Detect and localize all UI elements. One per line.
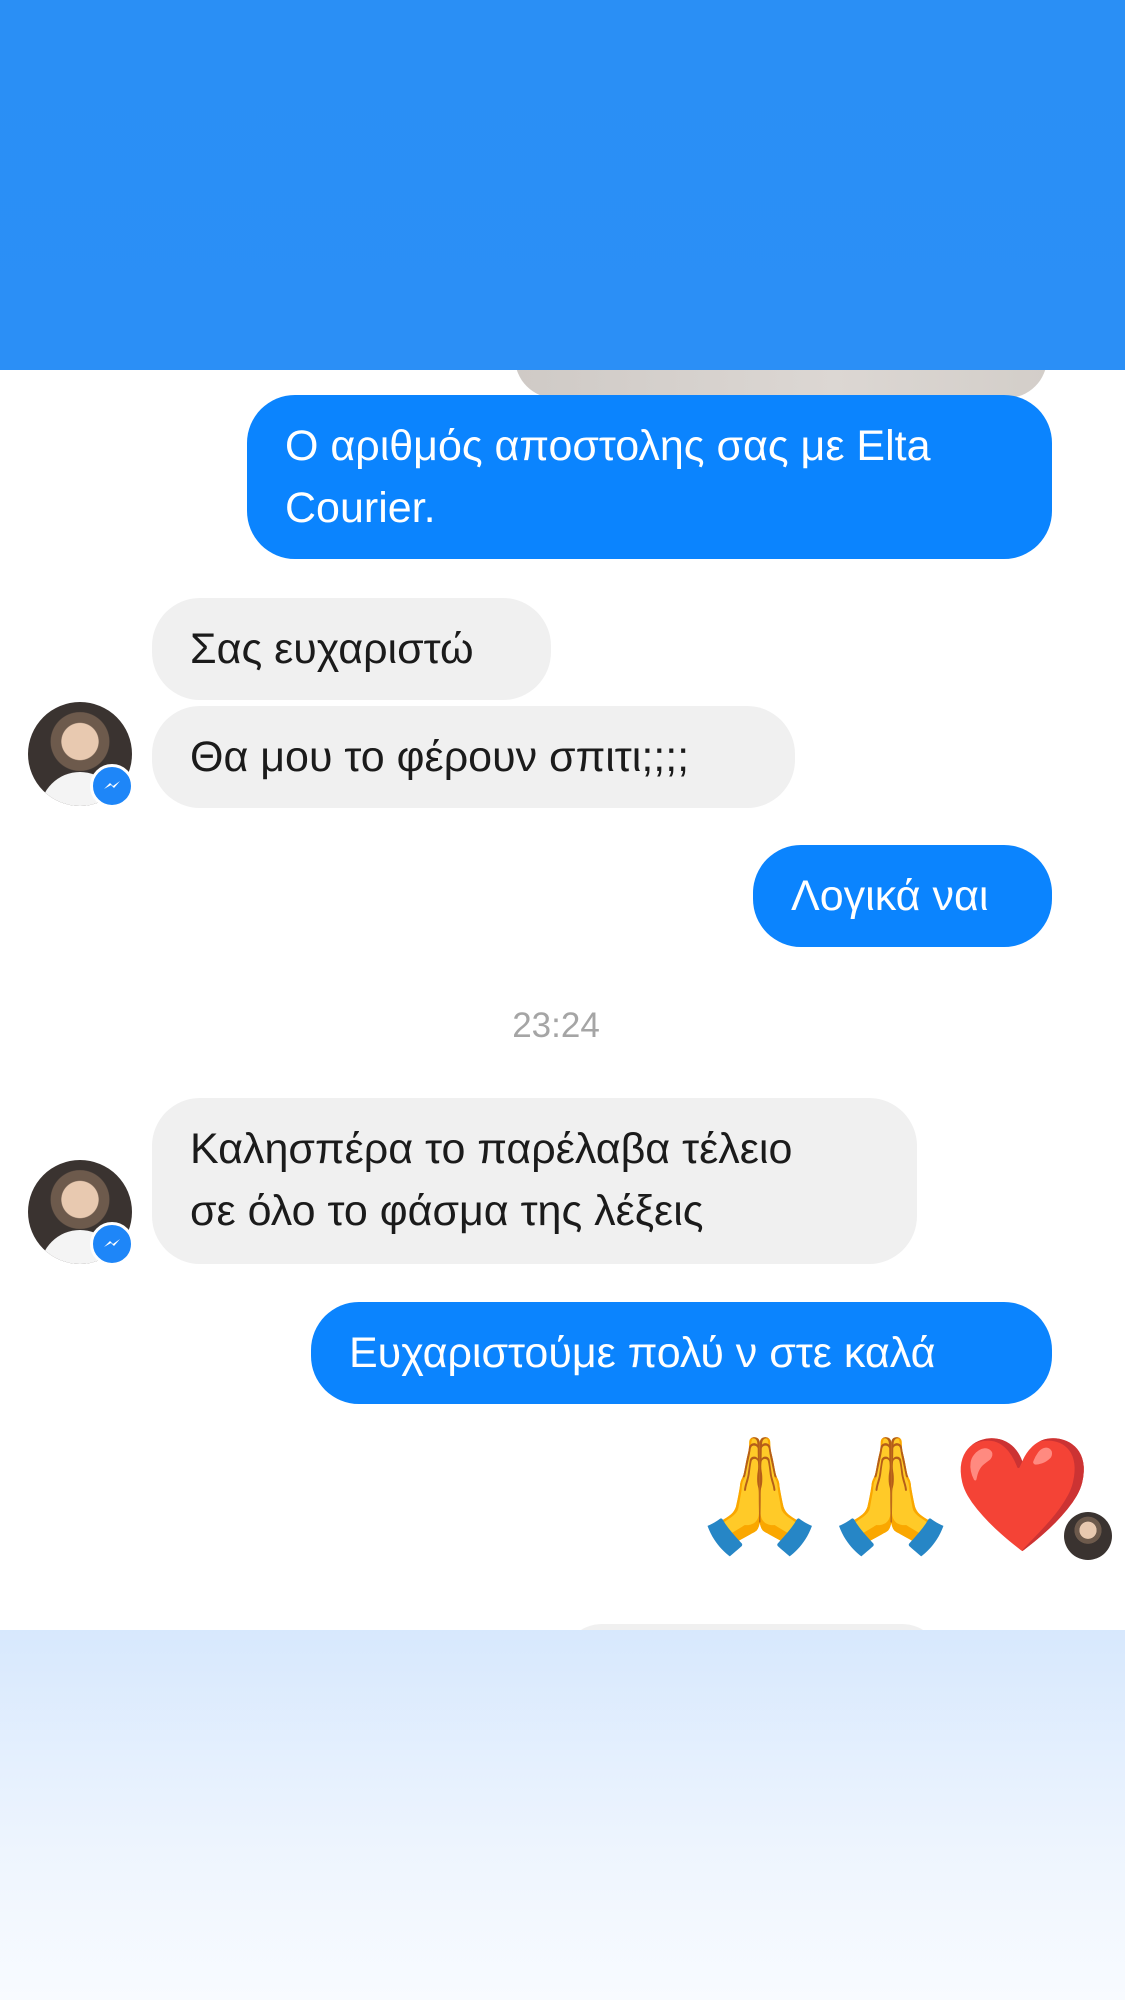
message-line: σε όλο το φάσμα της λέξεις bbox=[190, 1187, 704, 1235]
messenger-icon bbox=[90, 1222, 134, 1266]
outgoing-message-bubble[interactable]: Ο αριθμός αποστολης σας με Elta Courier. bbox=[247, 395, 1052, 559]
attached-image-partial[interactable] bbox=[515, 370, 1047, 398]
incoming-message-bubble[interactable]: Σας ευχαριστώ bbox=[152, 598, 551, 700]
message-line: Courier. bbox=[285, 484, 436, 532]
messenger-bolt-icon bbox=[104, 1239, 120, 1247]
message-text: Θα μου το φέρουν σπιτι;;;; bbox=[190, 733, 690, 781]
message-line: Καλησπέρα το παρέλαβα τέλειο bbox=[190, 1125, 793, 1173]
message-text: Σας ευχαριστώ bbox=[190, 625, 474, 673]
incoming-message-bubble[interactable]: Θα μου το φέρουν σπιτι;;;; bbox=[152, 706, 795, 808]
sender-avatar[interactable] bbox=[28, 702, 134, 808]
bottom-gradient-overlay bbox=[0, 1630, 1125, 2000]
sender-avatar[interactable] bbox=[28, 1160, 134, 1266]
read-receipt-avatar-icon bbox=[1064, 1512, 1112, 1560]
chat-thread[interactable]: Ο αριθμός αποστολης σας με Elta Courier.… bbox=[0, 370, 1125, 1630]
outgoing-message-bubble[interactable]: Ευχαριστούμε πολύ ν στε καλά bbox=[311, 1302, 1052, 1404]
message-timestamp: 23:24 bbox=[512, 1006, 600, 1045]
emoji-message[interactable]: 🙏🙏❤️ bbox=[690, 1430, 1092, 1560]
messenger-bolt-icon bbox=[104, 781, 120, 789]
messenger-icon bbox=[90, 764, 134, 808]
message-line: Ο αριθμός αποστολης σας με Elta bbox=[285, 422, 931, 470]
message-text: Λογικά ναι bbox=[791, 872, 989, 920]
incoming-message-bubble[interactable]: Καλησπέρα το παρέλαβα τέλειο σε όλο το φ… bbox=[152, 1098, 917, 1264]
message-text: Ευχαριστούμε πολύ ν στε καλά bbox=[349, 1329, 936, 1377]
top-blue-banner bbox=[0, 0, 1125, 370]
outgoing-message-bubble[interactable]: Λογικά ναι bbox=[753, 845, 1052, 947]
